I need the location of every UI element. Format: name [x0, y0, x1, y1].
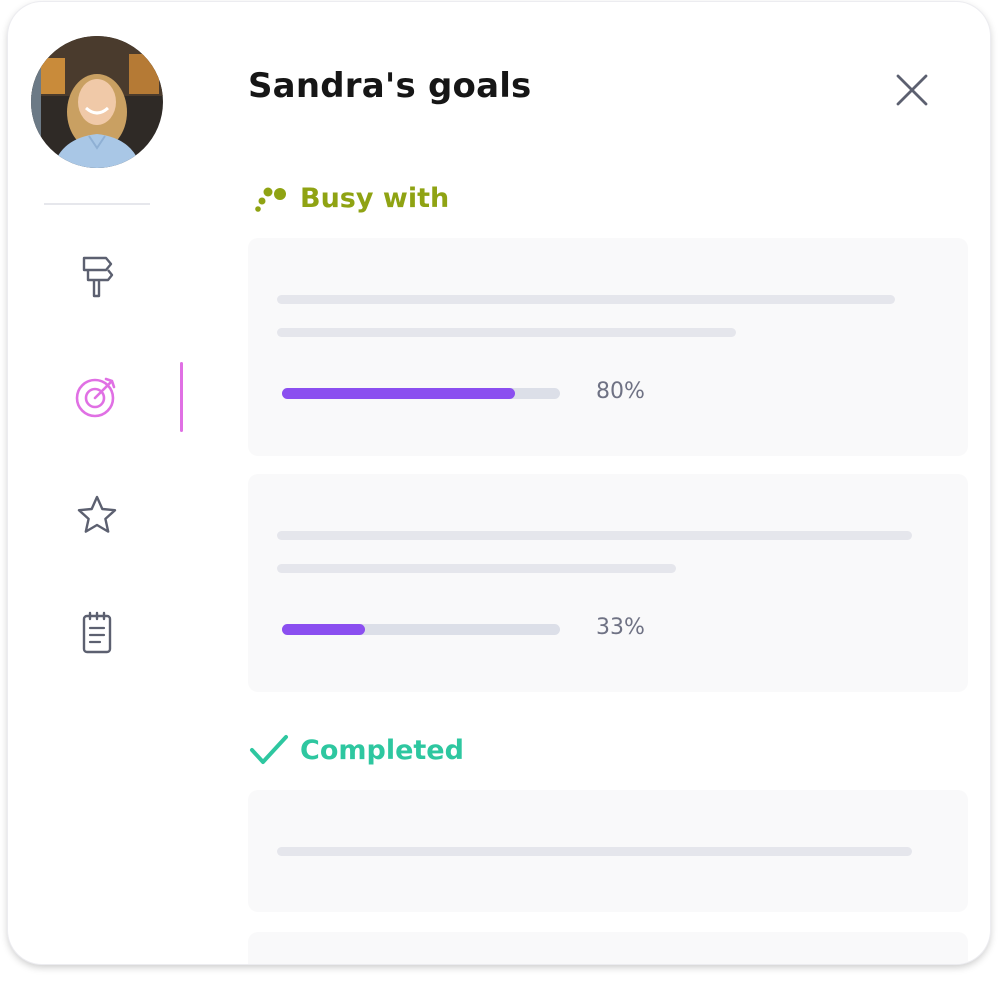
goal-card[interactable] [248, 790, 968, 912]
star-icon [77, 495, 117, 533]
signpost-icon [82, 256, 114, 298]
active-nav-indicator [180, 362, 183, 432]
goal-title-placeholder [277, 847, 912, 856]
sidebar-item-notepad[interactable] [72, 608, 122, 658]
goal-progress-label: 33% [596, 615, 645, 640]
goal-progress-bar [282, 624, 560, 635]
goal-progress-label: 80% [596, 379, 645, 404]
sidebar-item-signpost[interactable] [72, 252, 122, 302]
checkmark-icon [250, 735, 288, 764]
sidebar-item-target[interactable] [72, 371, 122, 421]
dots-icon [255, 187, 286, 212]
goal-subtitle-placeholder [277, 564, 676, 573]
goal-title-placeholder [277, 295, 895, 304]
page-title: Sandra's goals [248, 66, 532, 106]
goal-card[interactable]: 80% [248, 238, 968, 456]
close-icon [896, 74, 928, 106]
goal-progress-fill [282, 624, 365, 635]
avatar[interactable] [31, 36, 163, 168]
section-busy-header: Busy with [248, 178, 449, 218]
goal-subtitle-placeholder [277, 328, 736, 337]
goal-title-placeholder [277, 531, 912, 540]
goal-card[interactable]: 33% [248, 474, 968, 692]
avatar-photo [31, 36, 163, 168]
goal-progress-bar [282, 388, 560, 399]
goal-progress-fill [282, 388, 515, 399]
target-icon [75, 377, 116, 418]
section-busy-label: Busy with [300, 182, 450, 214]
goals-panel: Sandra's goals Busy with 80% 33% Complet… [8, 2, 990, 964]
goal-card[interactable] [248, 932, 968, 964]
section-completed-label: Completed [300, 734, 464, 766]
close-button[interactable] [892, 70, 932, 110]
notepad-icon [82, 611, 112, 654]
sidebar-item-star[interactable] [72, 490, 122, 540]
sidebar-divider [44, 203, 150, 205]
section-completed-header: Completed [248, 730, 464, 770]
